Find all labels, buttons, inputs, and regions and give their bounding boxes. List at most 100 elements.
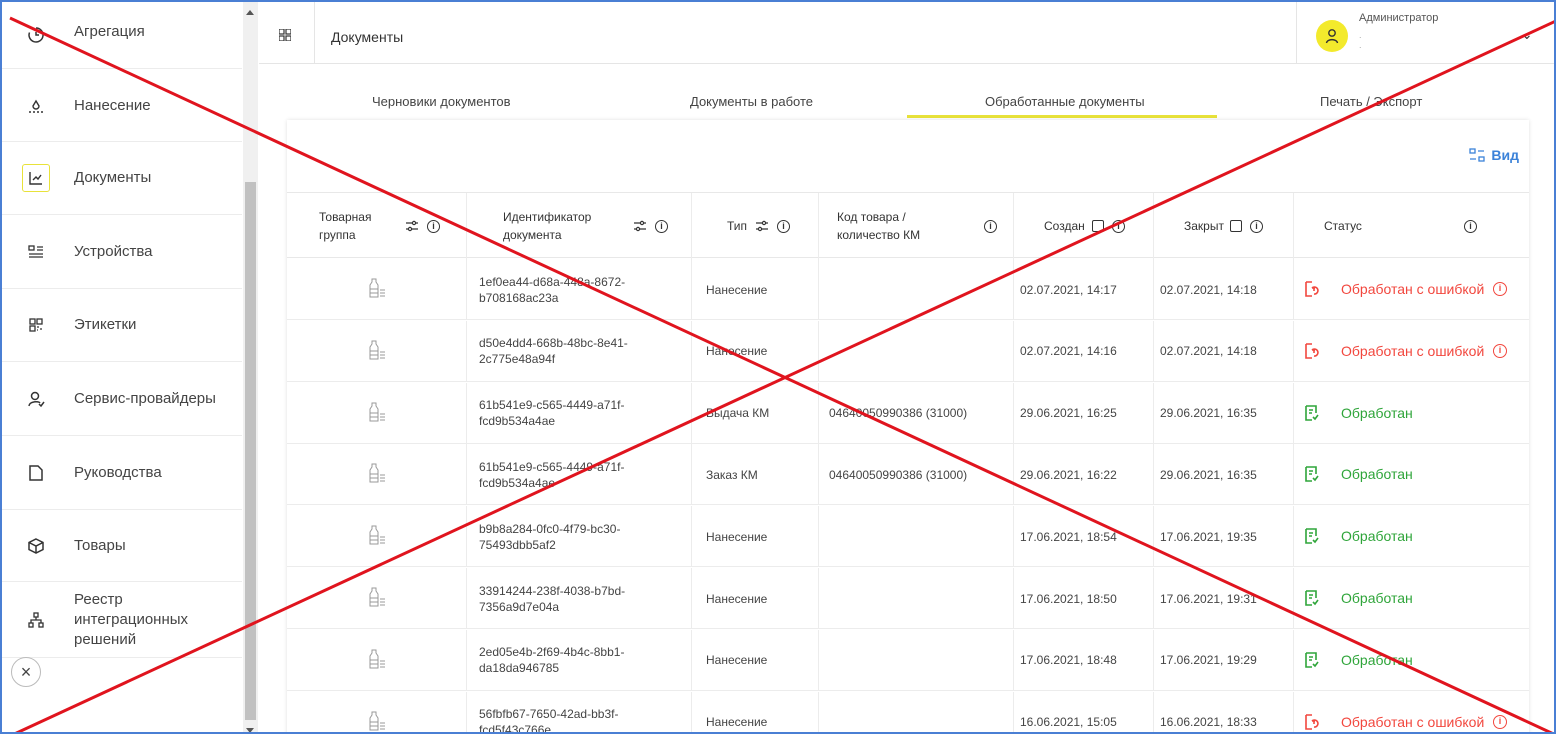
- filter-sort-icon[interactable]: [405, 220, 419, 232]
- tab-processed[interactable]: Обработанные документы: [985, 94, 1145, 109]
- labels-qr-icon: [22, 311, 50, 339]
- sidebar-scroll-thumb[interactable]: [245, 182, 256, 720]
- status-text: Обработан: [1341, 466, 1413, 483]
- doc-id[interactable]: b9b8a284-0fc0-4f79-bc30-75493dbb5af2: [479, 521, 649, 553]
- column-label: Статус: [1324, 219, 1362, 233]
- page-title: Документы: [331, 29, 404, 45]
- doc-id[interactable]: d50e4dd4-668b-48bc-8e41-2c775e48a94f: [479, 335, 649, 367]
- user-role: Администратор: [1359, 12, 1439, 24]
- doc-id-cell: 61b541e9-c565-4449-a71f-fcd9b534a4ae: [467, 444, 692, 506]
- doc-id-cell: d50e4dd4-668b-48bc-8e41-2c775e48a94f: [467, 320, 692, 382]
- scroll-down-arrow-icon[interactable]: [246, 728, 254, 732]
- table-row[interactable]: 61b541e9-c565-4449-a71f-fcd9b534a4ae Выда…: [287, 382, 1529, 444]
- bottle-icon: [368, 711, 386, 732]
- created-date: 17.06.2021, 18:48: [1020, 653, 1117, 668]
- info-icon[interactable]: i: [427, 219, 440, 233]
- type-cell: Нанесение: [692, 629, 819, 691]
- status-ok-icon: [1305, 590, 1319, 606]
- column-label: Создан: [1044, 219, 1085, 233]
- column-header-created: Создан i: [1014, 193, 1154, 259]
- type-cell: Нанесение: [692, 506, 819, 568]
- group-cell: [287, 506, 467, 568]
- column-header-closed: Закрыт i: [1154, 193, 1294, 259]
- tab-print-export[interactable]: Печать / Экспорт: [1320, 94, 1422, 109]
- info-icon[interactable]: i: [655, 219, 668, 233]
- sidebar-item-6[interactable]: Сервис-провайдеры: [2, 362, 242, 436]
- type-cell: Нанесение: [692, 568, 819, 629]
- sidebar-item-4[interactable]: Устройства: [2, 215, 242, 289]
- scroll-up-arrow-icon[interactable]: [246, 10, 254, 15]
- error-info-icon[interactable]: i: [1493, 282, 1507, 296]
- sidebar-item-3[interactable]: Документы: [2, 142, 242, 215]
- error-info-icon[interactable]: i: [1493, 714, 1507, 729]
- sidebar-item-2[interactable]: Нанесение: [2, 70, 242, 142]
- status-badge: Обработан: [1305, 590, 1413, 606]
- doc-id[interactable]: 2ed05e4b-2f69-4b4c-8bb1-da18da946785: [479, 644, 649, 676]
- status-badge: Обработан: [1305, 466, 1413, 482]
- closed-date: 02.07.2021, 14:18: [1160, 344, 1257, 359]
- status-badge: Обработан с ошибкой: [1305, 343, 1484, 359]
- tab-drafts[interactable]: Черновики документов: [372, 94, 511, 109]
- table-row[interactable]: 1ef0ea44-d68a-448a-8672-b708168ac23a Нане…: [287, 259, 1529, 320]
- info-icon[interactable]: i: [1250, 219, 1263, 233]
- filter-sort-icon[interactable]: [633, 220, 647, 232]
- doc-id[interactable]: 1ef0ea44-d68a-448a-8672-b708168ac23a: [479, 274, 649, 306]
- column-header-doc-id: Идентификатор документа i: [467, 193, 692, 259]
- collapse-close-button[interactable]: ×: [11, 657, 41, 687]
- info-icon[interactable]: i: [1112, 219, 1125, 233]
- code-cell: [819, 629, 1014, 691]
- doc-type: Нанесение: [706, 344, 768, 359]
- status-text: Обработан: [1341, 651, 1413, 668]
- table-row[interactable]: 2ed05e4b-2f69-4b4c-8bb1-da18da946785 Нане…: [287, 629, 1529, 691]
- sidebar-item-1[interactable]: Агрегация: [2, 2, 242, 69]
- documents-panel: Вид Товарная группа i Идентификатор доку…: [287, 120, 1529, 732]
- chevron-down-icon[interactable]: ⌄: [1521, 26, 1533, 43]
- filter-sort-icon[interactable]: [755, 220, 769, 232]
- created-date: 02.07.2021, 14:16: [1020, 344, 1117, 359]
- doc-id[interactable]: 61b541e9-c565-4449-a71f-fcd9b534a4ae: [479, 397, 649, 429]
- status-error-icon: [1305, 713, 1319, 730]
- sidebar-item-7[interactable]: Руководства: [2, 436, 242, 510]
- group-cell: [287, 259, 467, 320]
- calendar-icon[interactable]: [1230, 220, 1242, 232]
- bottle-icon: [368, 340, 386, 363]
- tab-in-progress[interactable]: Документы в работе: [690, 94, 813, 109]
- closed-date: 17.06.2021, 19:31: [1160, 591, 1257, 606]
- view-button[interactable]: Вид: [1469, 147, 1519, 163]
- created-cell: 16.06.2021, 15:05: [1014, 691, 1154, 732]
- calendar-icon[interactable]: [1092, 220, 1104, 232]
- error-info-icon[interactable]: i: [1493, 343, 1507, 358]
- status-ok-icon: [1305, 466, 1319, 483]
- doc-id[interactable]: 33914244-238f-4038-b7bd-7356a9d7e04a: [479, 583, 649, 615]
- created-date: 17.06.2021, 18:50: [1020, 591, 1117, 606]
- devices-icon: [22, 238, 50, 266]
- view-button-label: Вид: [1491, 147, 1519, 163]
- info-icon[interactable]: i: [1464, 219, 1477, 233]
- app-window: Агрегация Нанесение Документы Устройства Эти…: [0, 0, 1556, 734]
- table-row[interactable]: d50e4dd4-668b-48bc-8e41-2c775e48a94f Нане…: [287, 320, 1529, 382]
- aggregation-icon: [22, 21, 50, 49]
- column-header-status: Статус i: [1294, 193, 1529, 259]
- info-icon[interactable]: i: [777, 219, 790, 233]
- avatar[interactable]: [1316, 20, 1348, 52]
- table-row[interactable]: b9b8a284-0fc0-4f79-bc30-75493dbb5af2 Нане…: [287, 506, 1529, 568]
- created-cell: 02.07.2021, 14:16: [1014, 320, 1154, 382]
- doc-id[interactable]: 61b541e9-c565-4449-a71f-fcd9b534a4ae: [479, 459, 649, 491]
- type-cell: Нанесение: [692, 320, 819, 382]
- bottle-icon: [368, 278, 386, 301]
- sidebar-item-9[interactable]: Реестр интеграционных решений: [2, 582, 242, 658]
- closed-date: 29.06.2021, 16:35: [1160, 467, 1257, 482]
- grid-menu-icon[interactable]: [278, 28, 292, 46]
- sidebar-item-5[interactable]: Этикетки: [2, 289, 242, 362]
- table-row[interactable]: 56fbfb67-7650-42ad-bb3f-fcd5f43c766e Нане…: [287, 691, 1529, 732]
- doc-id[interactable]: 56fbfb67-7650-42ad-bb3f-fcd5f43c766e: [479, 706, 649, 732]
- group-cell: [287, 382, 467, 444]
- doc-id-cell: 33914244-238f-4038-b7bd-7356a9d7e04a: [467, 568, 692, 629]
- table-row[interactable]: 33914244-238f-4038-b7bd-7356a9d7e04a Нане…: [287, 568, 1529, 629]
- created-date: 02.07.2021, 14:17: [1020, 282, 1117, 297]
- sidebar-item-8[interactable]: Товары: [2, 510, 242, 582]
- table-row[interactable]: 61b541e9-c565-4449-a71f-fcd9b534a4ae Зака…: [287, 444, 1529, 506]
- info-icon[interactable]: i: [984, 219, 997, 233]
- group-cell: [287, 568, 467, 629]
- type-cell: Нанесение: [692, 259, 819, 320]
